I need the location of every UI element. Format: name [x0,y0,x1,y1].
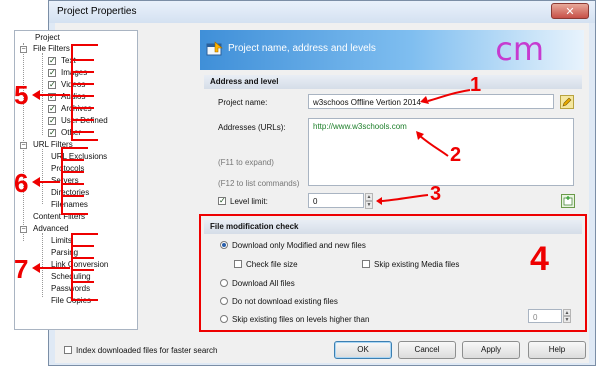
annotation-number: 5 [14,80,29,110]
annotation-overlay [32,44,471,301]
annotation-number: 4 [530,240,549,278]
annotation-number: 1 [470,74,482,96]
annotation-number: 7 [14,254,29,284]
annotation-number: 6 [14,168,29,198]
annotation-number: 2 [450,144,462,166]
annotation-number: 3 [430,183,442,205]
